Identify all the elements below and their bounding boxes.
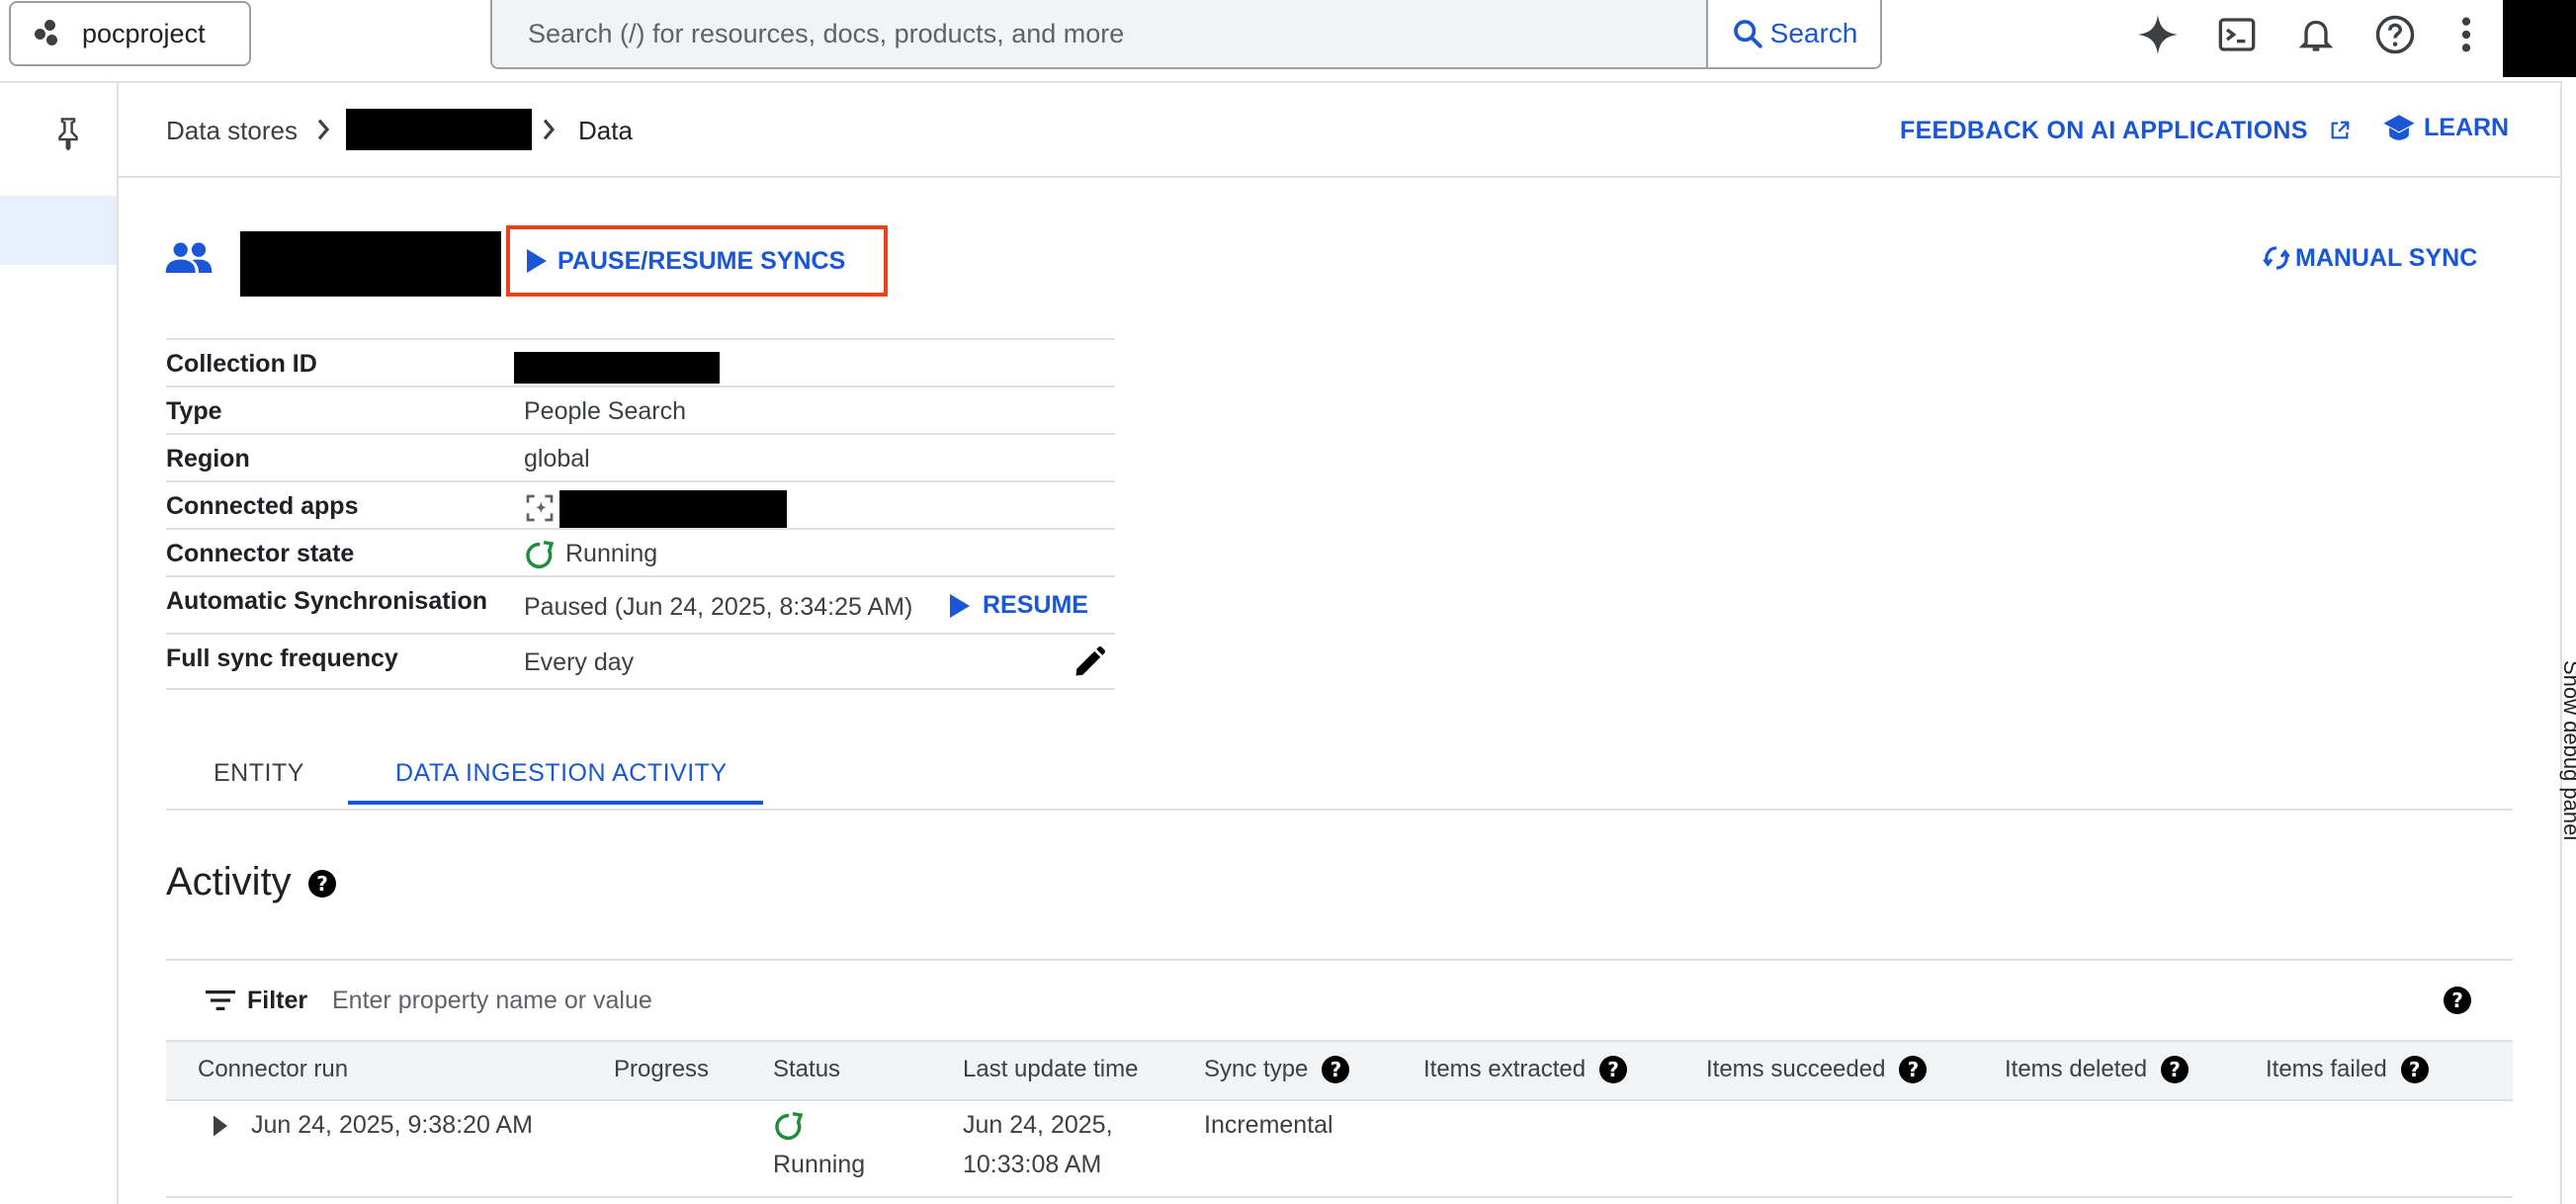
row-connector-run[interactable]: Jun 24, 2025, 9:38:20 AM: [251, 1105, 533, 1145]
expand-row-icon[interactable]: [214, 1115, 227, 1142]
region-value: global: [524, 445, 590, 473]
column-progress[interactable]: Progress: [614, 1056, 709, 1083]
items-failed-help-icon[interactable]: ?: [2400, 1056, 2429, 1083]
pin-icon[interactable]: [53, 117, 83, 155]
feedback-link[interactable]: FEEDBACK ON AI APPLICATIONS: [1900, 117, 2351, 145]
sync-type-help-icon[interactable]: ?: [1322, 1056, 1350, 1083]
row-sync-type: Incremental: [1204, 1111, 1333, 1139]
column-items-succeeded[interactable]: Items succeeded?: [1706, 1056, 1928, 1083]
detail-row-auto-sync: Automatic Synchronisation Paused (Jun 24…: [166, 575, 1115, 635]
show-debug-panel-label[interactable]: Show debug panel: [2558, 660, 2576, 840]
detail-row-connector-state: Connector state Running: [166, 528, 1115, 577]
filter-input[interactable]: [330, 979, 1817, 1022]
filter-icon[interactable]: [206, 989, 235, 1017]
help-icon[interactable]: [2372, 12, 2418, 57]
activity-help-icon[interactable]: ?: [308, 870, 336, 898]
manual-sync-label: MANUAL SYNC: [2295, 243, 2478, 272]
nav-item-selected[interactable]: [0, 196, 117, 265]
items-extracted-help-icon[interactable]: ?: [1599, 1056, 1628, 1083]
collection-id-redacted: [514, 352, 720, 384]
detail-row-collection-id: Collection ID: [166, 338, 1115, 387]
breadcrumb-chevron-icon: [316, 118, 330, 146]
auto-sync-value: Paused (Jun 24, 2025, 8:34:25 AM): [524, 593, 913, 621]
edit-pencil-icon[interactable]: [1072, 645, 1107, 685]
tab-entity[interactable]: ENTITY: [214, 759, 304, 788]
running-status-icon: [524, 540, 556, 576]
connected-app-redacted[interactable]: [559, 490, 787, 528]
learn-link[interactable]: LEARN: [2382, 113, 2509, 142]
account-avatar[interactable]: [2503, 0, 2576, 77]
connector-state-label: Connector state: [166, 540, 355, 567]
table-row[interactable]: Jun 24, 2025, 9:38:20 AM Running Jun 24,…: [166, 1097, 2513, 1198]
project-icon: [35, 20, 64, 47]
filter-label: Filter: [247, 987, 308, 1014]
breadcrumb-datastore-redacted[interactable]: [346, 109, 532, 150]
type-value: People Search: [524, 397, 687, 425]
debug-panel-edge[interactable]: [2560, 81, 2576, 1204]
pause-resume-syncs-button[interactable]: PAUSE/RESUME SYNCS: [506, 225, 888, 297]
external-link-icon: [2331, 121, 2350, 139]
type-label: Type: [166, 397, 222, 425]
filter-help-icon[interactable]: ?: [2444, 987, 2471, 1014]
full-sync-value: Every day: [524, 648, 635, 676]
items-deleted-help-icon[interactable]: ?: [2161, 1056, 2190, 1083]
collection-id-label: Collection ID: [166, 350, 317, 378]
row-last-update-line1: Jun 24, 2025,: [963, 1111, 1113, 1139]
project-picker-button[interactable]: pocproject: [9, 1, 251, 66]
column-last-update-time[interactable]: Last update time: [963, 1056, 1138, 1083]
region-label: Region: [166, 445, 250, 473]
column-items-failed[interactable]: Items failed?: [2266, 1056, 2429, 1083]
tab-bar: ENTITY DATA INGESTION ACTIVITY: [166, 735, 2513, 811]
project-name: pocproject: [82, 18, 206, 48]
column-connector-run[interactable]: Connector run: [198, 1056, 348, 1083]
detail-row-type: Type People Search: [166, 386, 1115, 435]
activity-heading: Activity: [166, 860, 292, 903]
learn-link-label: LEARN: [2424, 113, 2510, 141]
pause-resume-syncs-label: PAUSE/RESUME SYNCS: [558, 246, 846, 275]
activity-table-header: Connector run Progress Status Last updat…: [166, 1040, 2513, 1101]
auto-sync-label: Automatic Synchronisation: [166, 587, 488, 615]
manual-sync-button[interactable]: MANUAL SYNC: [2262, 243, 2477, 273]
column-items-extracted[interactable]: Items extracted?: [1423, 1056, 1628, 1083]
people-group-icon: [164, 241, 214, 280]
search-button-label: Search: [1769, 18, 1858, 48]
play-icon: [527, 249, 547, 273]
breadcrumb-current: Data: [578, 116, 633, 145]
school-icon: [2383, 115, 2415, 140]
full-sync-label: Full sync frequency: [166, 645, 398, 672]
play-icon: [950, 593, 970, 618]
running-status-icon: [773, 1111, 805, 1148]
active-tab-indicator: [348, 801, 763, 805]
breadcrumb-data-stores[interactable]: Data stores: [166, 116, 298, 146]
column-sync-type[interactable]: Sync type?: [1204, 1056, 1350, 1083]
connected-apps-label: Connected apps: [166, 492, 359, 520]
app-sparkle-icon: [524, 492, 556, 529]
notifications-bell-icon[interactable]: [2293, 12, 2339, 57]
search-button[interactable]: Search: [1706, 0, 1882, 69]
search-input[interactable]: [492, 0, 1706, 67]
more-options-icon[interactable]: [2451, 12, 2481, 57]
row-last-update-line2: 10:33:08 AM: [963, 1151, 1102, 1178]
resume-label: RESUME: [983, 591, 1088, 619]
tab-data-ingestion-activity[interactable]: DATA INGESTION ACTIVITY: [395, 759, 728, 788]
items-succeeded-help-icon[interactable]: ?: [1899, 1056, 1928, 1083]
sync-icon: [2263, 246, 2290, 270]
search-box: [490, 0, 1708, 69]
detail-row-full-sync: Full sync frequency Every day: [166, 633, 1115, 690]
breadcrumb-chevron-icon: [542, 118, 556, 146]
gemini-sparkle-icon[interactable]: [2135, 12, 2181, 57]
detail-row-region: Region global: [166, 433, 1115, 482]
detail-row-connected-apps: Connected apps: [166, 480, 1115, 530]
column-status[interactable]: Status: [773, 1056, 840, 1083]
row-status: Running: [773, 1151, 866, 1178]
cloud-shell-icon[interactable]: [2214, 12, 2260, 57]
feedback-link-label: FEEDBACK ON AI APPLICATIONS: [1900, 117, 2308, 144]
search-icon: [1733, 20, 1762, 48]
connector-state-value: Running: [565, 540, 658, 567]
resume-button[interactable]: RESUME: [949, 591, 1088, 620]
column-items-deleted[interactable]: Items deleted?: [2005, 1056, 2190, 1083]
datastore-name-redacted: [240, 231, 501, 297]
